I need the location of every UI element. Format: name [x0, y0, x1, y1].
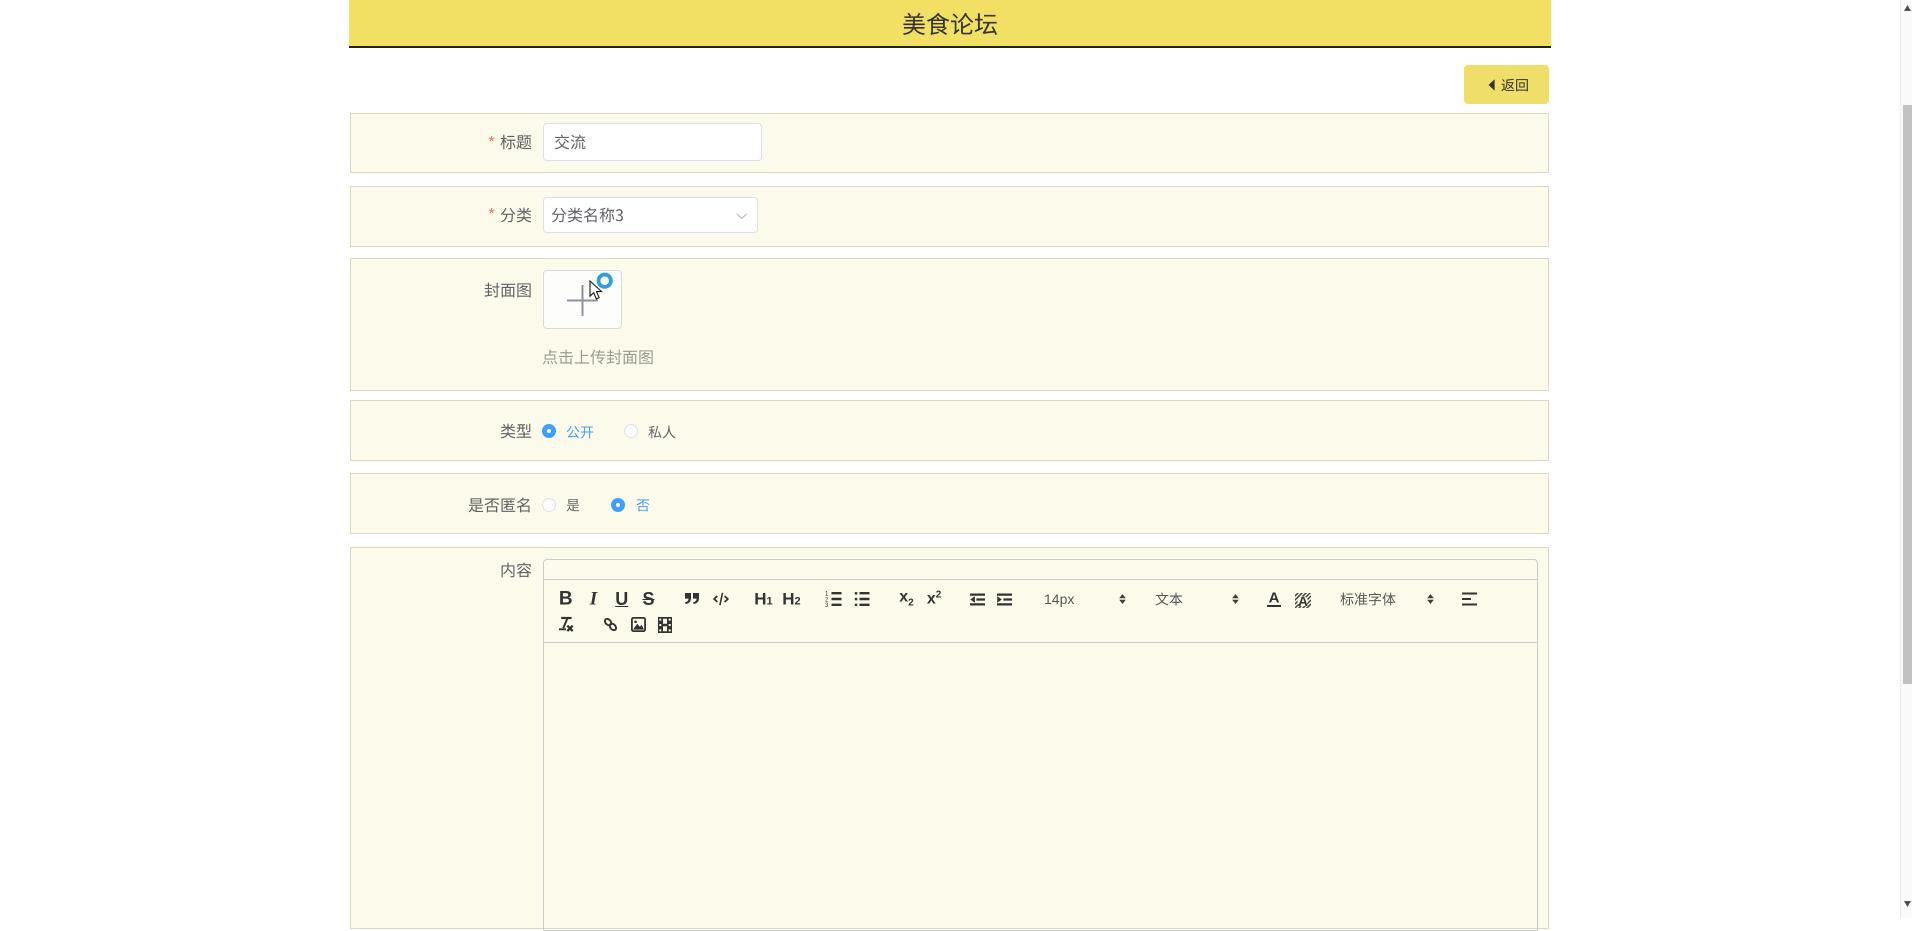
svg-text:A: A [1298, 594, 1308, 608]
svg-text:3: 3 [825, 603, 829, 607]
